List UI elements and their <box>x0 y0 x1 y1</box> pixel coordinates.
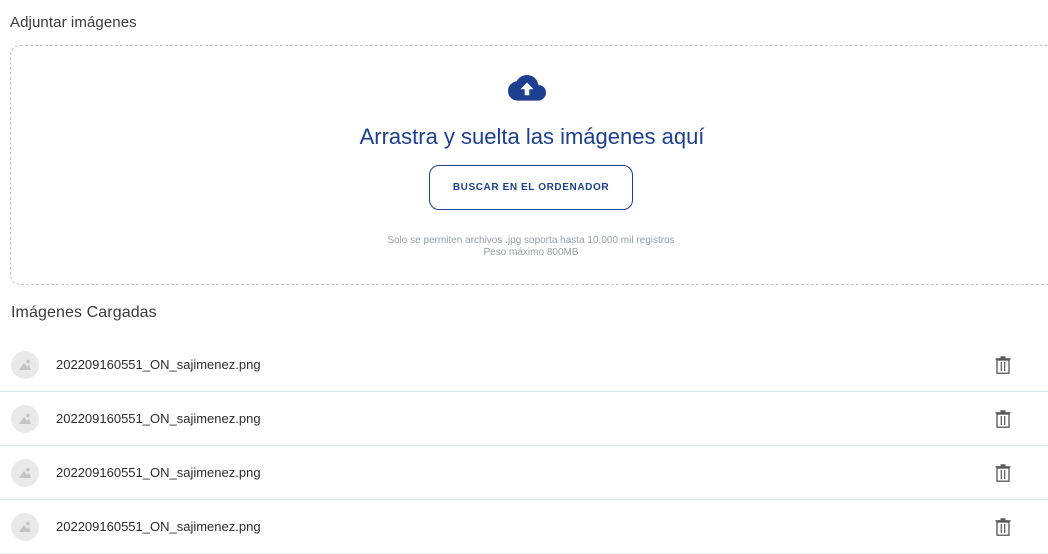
file-name: 202209160551_ON_sajimenez.png <box>56 519 261 534</box>
loaded-images-title: Imágenes Cargadas <box>11 304 157 321</box>
file-name: 202209160551_ON_sajimenez.png <box>56 357 261 372</box>
file-row: 202209160551_ON_sajimenez.png <box>0 446 1048 500</box>
file-row: 202209160551_ON_sajimenez.png <box>0 500 1048 554</box>
image-icon <box>11 351 39 379</box>
drop-instruction: Arrastra y suelta las imágenes aquí <box>359 124 705 149</box>
cloud-upload-icon <box>508 75 546 101</box>
file-name: 202209160551_ON_sajimenez.png <box>56 411 261 426</box>
image-icon <box>11 405 39 433</box>
image-icon <box>11 459 39 487</box>
loaded-file-list: 202209160551_ON_sajimenez.png 2022091605… <box>0 338 1048 554</box>
trash-icon[interactable] <box>995 464 1011 482</box>
file-type-hint: Solo se permiten archivos .jpg soporta h… <box>387 235 675 246</box>
file-name: 202209160551_ON_sajimenez.png <box>56 465 261 480</box>
trash-icon[interactable] <box>995 356 1011 374</box>
browse-computer-button[interactable]: BUSCAR EN EL ORDENADOR <box>429 165 633 210</box>
image-icon <box>11 513 39 541</box>
trash-icon[interactable] <box>995 518 1011 536</box>
attach-images-title: Adjuntar imágenes <box>10 14 137 31</box>
max-size-hint: Peso máximo 800MB <box>483 247 579 258</box>
file-row: 202209160551_ON_sajimenez.png <box>0 392 1048 446</box>
trash-icon[interactable] <box>995 410 1011 428</box>
file-row: 202209160551_ON_sajimenez.png <box>0 338 1048 392</box>
